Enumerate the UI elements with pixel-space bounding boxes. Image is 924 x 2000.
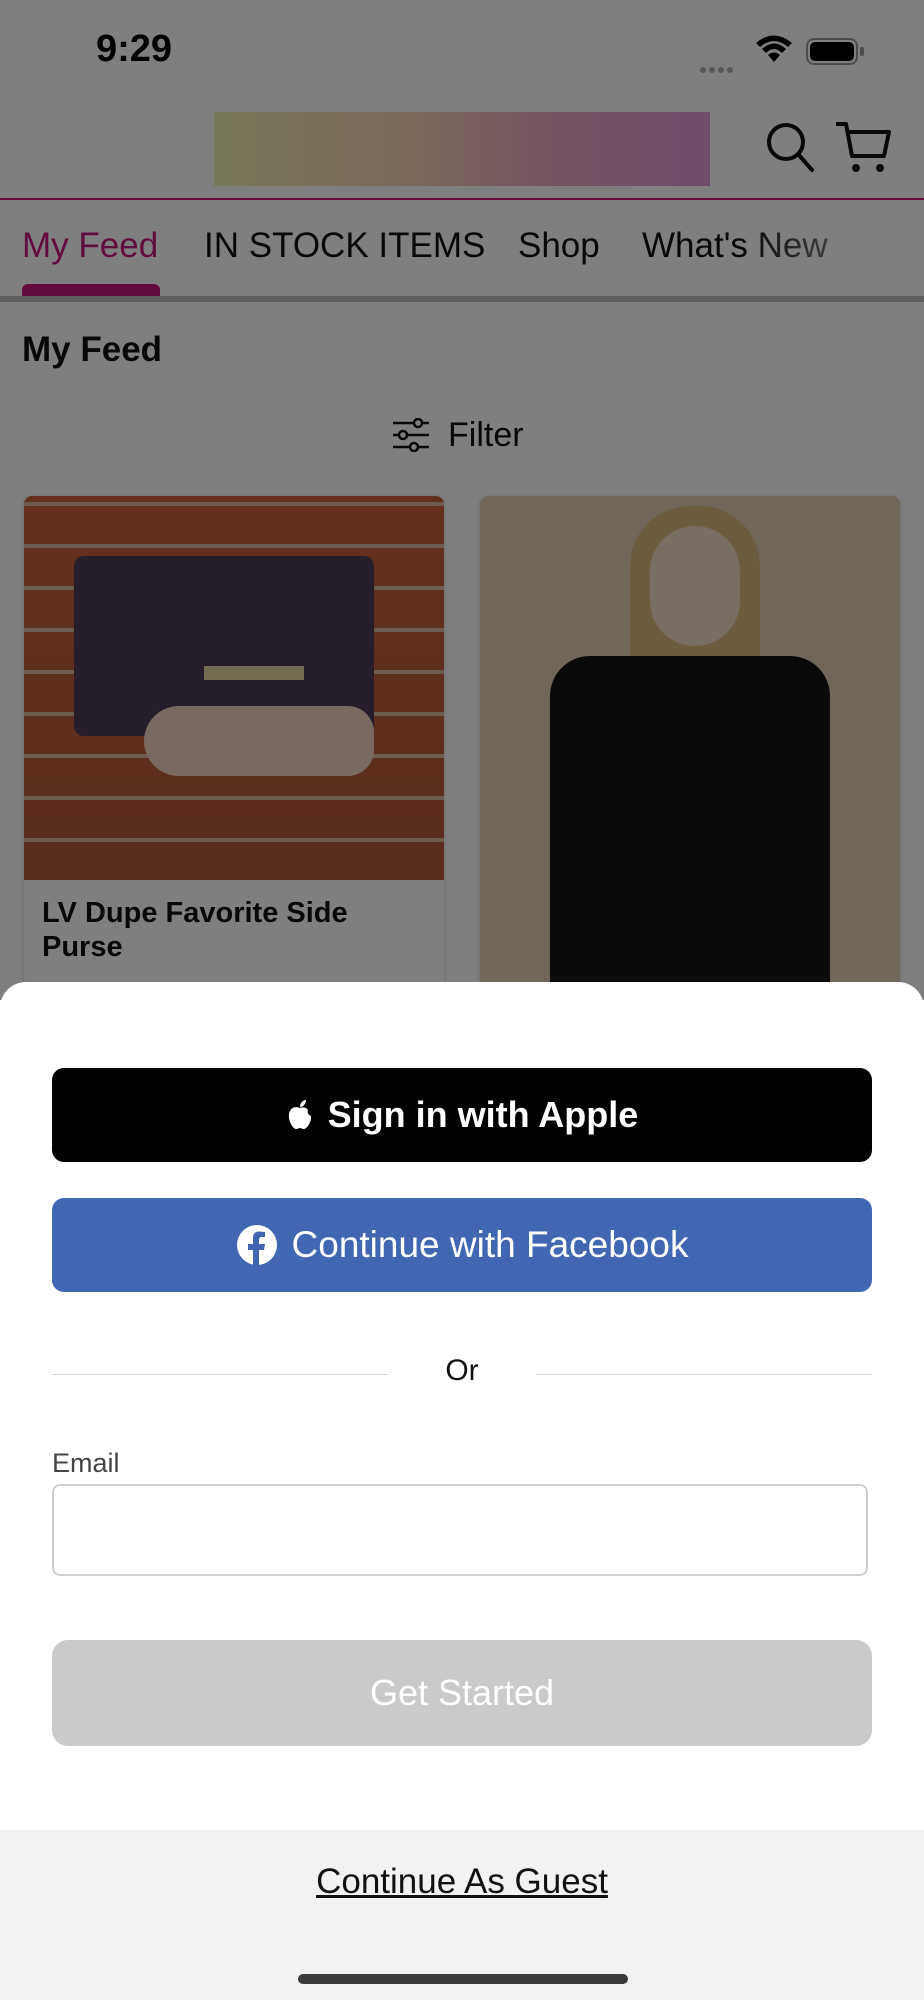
sign-in-with-apple-button[interactable]: Sign in with Apple <box>52 1068 872 1162</box>
continue-as-guest-link[interactable]: Continue As Guest <box>0 1862 924 1902</box>
or-label: Or <box>445 1354 479 1387</box>
modal-backdrop[interactable] <box>0 0 924 1000</box>
email-field[interactable] <box>52 1484 868 1576</box>
apple-button-label: Sign in with Apple <box>327 1094 639 1135</box>
facebook-button-label: Continue with Facebook <box>291 1224 689 1265</box>
or-divider: Or <box>52 1354 872 1394</box>
home-indicator[interactable] <box>298 1974 628 1984</box>
get-started-button[interactable]: Get Started <box>52 1640 872 1746</box>
email-label: Email <box>52 1448 120 1478</box>
facebook-icon <box>236 1224 278 1266</box>
continue-with-facebook-button[interactable]: Continue with Facebook <box>52 1198 872 1292</box>
get-started-label: Get Started <box>369 1672 555 1713</box>
apple-icon <box>286 1099 314 1131</box>
